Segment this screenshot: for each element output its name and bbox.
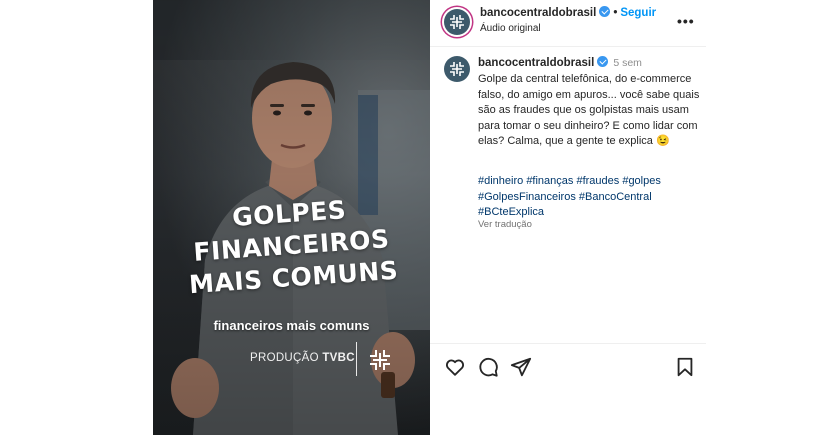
separator-dot: • (613, 7, 618, 19)
credit-divider (356, 342, 357, 376)
header-username[interactable]: bancocentraldobrasil (480, 7, 596, 19)
avatar[interactable] (444, 56, 470, 82)
follow-button[interactable]: Seguir (620, 7, 656, 19)
bc-logo-icon (450, 15, 464, 29)
credit-brand: TVBC (322, 352, 355, 364)
production-credit: PRODUÇÃO TVBC (250, 352, 355, 364)
video-subtitle: financeiros mais comuns (213, 318, 370, 333)
caption-user-row: bancocentraldobrasil 5 sem (478, 56, 642, 69)
video-title-overlay: GOLPES FINANCEIROS MAIS COMUNS (153, 188, 430, 303)
verified-badge-icon (597, 56, 609, 67)
reel-video[interactable]: GOLPES FINANCEIROS MAIS COMUNS financeir… (153, 0, 430, 435)
avatar[interactable] (444, 9, 470, 35)
comment-icon[interactable] (477, 356, 499, 378)
bookmark-icon[interactable] (674, 356, 696, 378)
heart-icon[interactable] (444, 356, 466, 378)
post-side-panel: bancocentraldobrasil • Seguir Áudio origin… (430, 0, 706, 435)
caption-text: Golpe da central telefônica, do e-commer… (478, 73, 700, 148)
more-options-icon[interactable]: ••• (677, 13, 695, 29)
action-bar (430, 343, 706, 383)
verified-badge-icon (599, 6, 611, 17)
bc-logo-icon (370, 350, 390, 370)
instagram-post: GOLPES FINANCEIROS MAIS COMUNS financeir… (0, 0, 828, 435)
credit-prefix: PRODUÇÃO (250, 352, 323, 364)
header-user-row: bancocentraldobrasil • Seguir (480, 6, 656, 19)
post-time[interactable]: 5 sem (613, 57, 642, 69)
see-translation-link[interactable]: Ver tradução (478, 219, 532, 230)
original-audio-link[interactable]: Áudio original (480, 23, 541, 34)
caption-username[interactable]: bancocentraldobrasil (478, 57, 594, 69)
share-icon[interactable] (510, 356, 532, 378)
bc-logo-icon (450, 62, 464, 76)
post-header: bancocentraldobrasil • Seguir Áudio origin… (430, 0, 706, 47)
caption-hashtags[interactable]: #dinheiro #finanças #fraudes #golpes #Go… (478, 174, 698, 221)
